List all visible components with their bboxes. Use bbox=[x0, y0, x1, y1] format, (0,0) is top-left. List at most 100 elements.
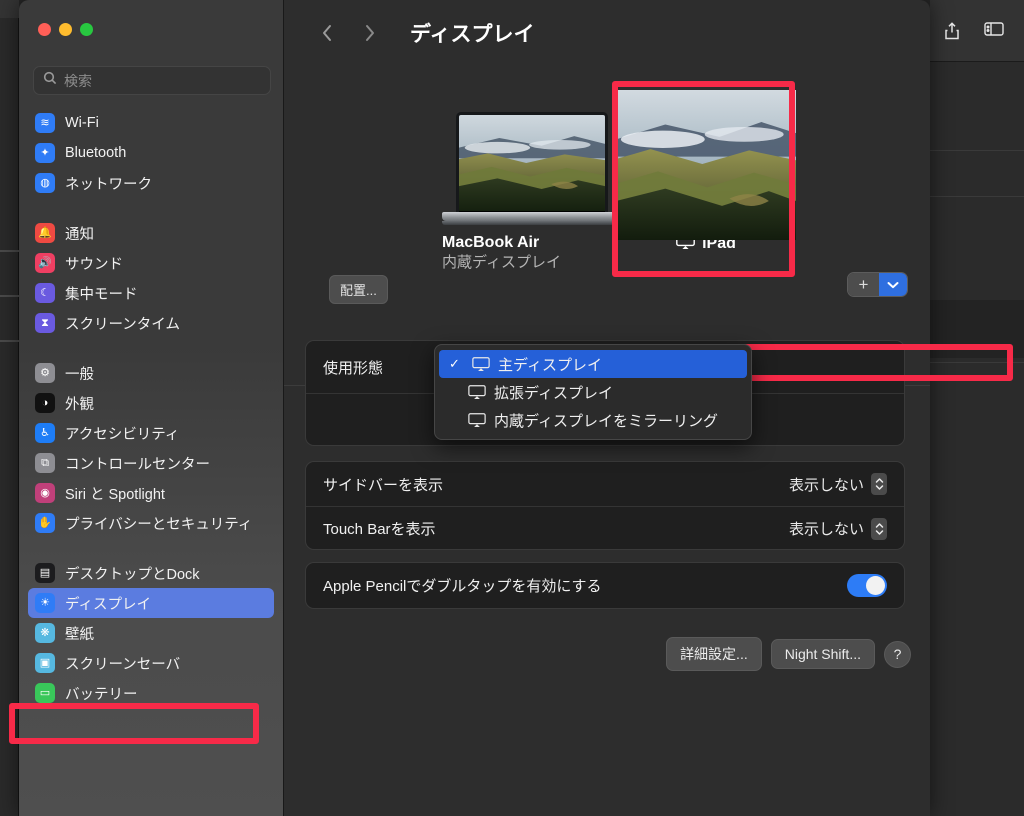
search-placeholder: 検索 bbox=[64, 72, 92, 89]
macbook-base bbox=[442, 212, 622, 221]
apple-pencil-row[interactable]: Apple Pencilでダブルタップを有効にする bbox=[306, 563, 904, 608]
sidebar-separator bbox=[19, 538, 283, 558]
sidebar-item-label: 壁紙 bbox=[65, 626, 94, 643]
share-icon[interactable] bbox=[942, 21, 962, 41]
close-button[interactable] bbox=[38, 23, 51, 36]
back-button[interactable] bbox=[310, 18, 344, 48]
traffic-lights bbox=[38, 23, 93, 36]
sidebar-item-notifications[interactable]: 🔔 通知 bbox=[28, 218, 274, 248]
arrange-button[interactable]: 配置... bbox=[329, 275, 388, 304]
apple-pencil-toggle[interactable] bbox=[847, 574, 887, 597]
sidebar-item-screen-time[interactable]: ⧗ スクリーンタイム bbox=[28, 308, 274, 338]
sidebar-item-appearance[interactable]: ◑ 外観 bbox=[28, 388, 274, 418]
sidebar-visibility-row[interactable]: サイドバーを表示 表示しない bbox=[306, 462, 904, 506]
background-window-left-edge bbox=[0, 0, 19, 816]
sidebar-separator bbox=[19, 198, 283, 218]
sidebar-item-siri[interactable]: ◉ Siri と Spotlight bbox=[28, 478, 274, 508]
sidebar-visibility-label: サイドバーを表示 bbox=[323, 476, 444, 494]
navigation-controls: ディスプレイ bbox=[310, 18, 535, 48]
touchbar-visibility-value-group[interactable]: 表示しない bbox=[788, 517, 887, 540]
wallpaper-thumbnail bbox=[459, 115, 605, 212]
display-icon: ☀ bbox=[35, 593, 55, 613]
sidebar-item-label: スクリーンタイム bbox=[65, 316, 180, 333]
usage-menu-item-label: 主ディスプレイ bbox=[498, 356, 602, 374]
screensaver-icon: ▣ bbox=[35, 653, 55, 673]
sidebar-item-label: スクリーンセーバ bbox=[65, 656, 181, 673]
screen-time-icon: ⧗ bbox=[35, 313, 55, 333]
touchbar-visibility-value: 表示しない bbox=[788, 521, 864, 538]
night-shift-button[interactable]: Night Shift... bbox=[770, 639, 875, 669]
sidebar-item-privacy[interactable]: ✋ プライバシーとセキュリティ bbox=[28, 508, 274, 538]
sidebar-toggle-icon[interactable] bbox=[984, 21, 1004, 41]
sidebar-item-wallpaper[interactable]: ❋ 壁紙 bbox=[28, 618, 274, 648]
sidebar-item-general[interactable]: ⚙ 一般 bbox=[28, 358, 274, 388]
airplay-display-icon bbox=[468, 413, 486, 427]
sidebar-item-label: ネットワーク bbox=[65, 176, 152, 193]
search-icon bbox=[43, 71, 57, 90]
sidebar-item-battery[interactable]: ▭ バッテリー bbox=[28, 678, 274, 708]
usage-menu-item-2[interactable]: 内蔵ディスプレイをミラーリング bbox=[435, 406, 751, 434]
sidebar-visibility-value: 表示しない bbox=[788, 476, 864, 494]
sidebar-item-label: バッテリー bbox=[65, 686, 138, 703]
display-options-card: サイドバーを表示 表示しない Touch Barを表示 表示しない bbox=[305, 461, 905, 550]
help-button[interactable]: ? bbox=[884, 640, 911, 668]
sidebar-separator bbox=[19, 338, 283, 358]
desktop-dock-icon: ▤ bbox=[35, 563, 55, 583]
sidebar-item-wifi[interactable]: ≋ Wi-Fi bbox=[28, 108, 274, 138]
sidebar-item-label: ディスプレイ bbox=[65, 596, 151, 613]
sidebar-item-label: デスクトップとDock bbox=[65, 566, 200, 583]
touchbar-visibility-row[interactable]: Touch Barを表示 表示しない bbox=[306, 506, 904, 550]
sidebar-group-0: ≋ Wi-Fi ✦ Bluetooth ◍ ネットワーク bbox=[19, 108, 283, 198]
macbook-screen-preview bbox=[456, 112, 608, 212]
forward-button[interactable] bbox=[352, 18, 386, 48]
sidebar-item-sound[interactable]: 🔊 サウンド bbox=[28, 248, 274, 278]
search-input[interactable]: 検索 bbox=[33, 66, 271, 95]
bluetooth-icon: ✦ bbox=[35, 143, 55, 163]
display-option-macbook[interactable]: MacBook Air 内蔵ディスプレイ bbox=[442, 112, 632, 273]
sidebar-visibility-value-group[interactable]: 表示しない bbox=[789, 473, 887, 495]
background-window-toolbar bbox=[930, 0, 1024, 62]
usage-menu-item-label: 内蔵ディスプレイをミラーリング bbox=[494, 412, 718, 430]
macbook-foot bbox=[442, 221, 632, 225]
screen: 検索 ≋ Wi-Fi ✦ Bluetooth ◍ ネットワーク 🔔 通知 🔊 サウンド ☾ 集中モード… bbox=[0, 0, 1024, 816]
sidebar-item-label: サウンド bbox=[65, 256, 123, 273]
sidebar-item-bluetooth[interactable]: ✦ Bluetooth bbox=[28, 138, 274, 168]
battery-icon: ▭ bbox=[35, 683, 55, 703]
sidebar-item-label: プライバシーとセキュリティ bbox=[65, 516, 253, 533]
check-icon: ✓ bbox=[449, 356, 460, 371]
sidebar: 検索 ≋ Wi-Fi ✦ Bluetooth ◍ ネットワーク 🔔 通知 🔊 サウンド ☾ 集中モード… bbox=[19, 0, 295, 816]
touchbar-visibility-label: Touch Barを表示 bbox=[323, 521, 436, 538]
ipad-screen-preview bbox=[616, 90, 796, 241]
minimize-button[interactable] bbox=[59, 23, 72, 36]
stepper-icon[interactable] bbox=[871, 517, 887, 540]
advanced-settings-button[interactable]: 詳細設定... bbox=[666, 637, 762, 671]
usage-menu-item-1[interactable]: 拡張ディスプレイ bbox=[435, 378, 751, 406]
sidebar-item-label: Wi-Fi bbox=[65, 115, 99, 131]
zoom-button[interactable] bbox=[80, 23, 93, 36]
chevron-down-icon[interactable] bbox=[879, 273, 907, 296]
usage-popup-menu: ✓ 主ディスプレイ拡張ディスプレイ内蔵ディスプレイをミラーリング bbox=[434, 344, 752, 440]
stepper-icon[interactable] bbox=[871, 473, 887, 495]
sidebar-item-accessibility[interactable]: ♿ アクセシビリティ bbox=[28, 418, 274, 448]
usage-menu-item-label: 拡張ディスプレイ bbox=[494, 384, 613, 402]
sidebar-item-label: アクセシビリティ bbox=[65, 426, 180, 443]
sidebar-item-display[interactable]: ☀ ディスプレイ bbox=[28, 588, 274, 618]
usage-label: 使用形態 bbox=[323, 359, 384, 377]
usage-menu-item-0[interactable]: ✓ 主ディスプレイ bbox=[439, 350, 747, 378]
apple-pencil-card: Apple Pencilでダブルタップを有効にする bbox=[305, 562, 905, 609]
sidebar-item-network[interactable]: ◍ ネットワーク bbox=[28, 168, 274, 198]
plus-icon[interactable]: + bbox=[848, 273, 879, 296]
footer-buttons: 詳細設定... Night Shift... ? bbox=[666, 637, 911, 671]
siri-icon: ◉ bbox=[35, 483, 55, 503]
sidebar-item-desktop-dock[interactable]: ▤ デスクトップとDock bbox=[28, 558, 274, 588]
sidebar-item-screensaver[interactable]: ▣ スクリーンセーバ bbox=[28, 648, 274, 678]
sidebar-item-label: 一般 bbox=[65, 366, 94, 383]
display-option-ipad[interactable]: iPad bbox=[616, 90, 796, 254]
control-center-icon: ⧉ bbox=[35, 453, 55, 473]
sidebar-item-control-center[interactable]: ⧉ コントロールセンター bbox=[28, 448, 274, 478]
sidebar-item-focus[interactable]: ☾ 集中モード bbox=[28, 278, 274, 308]
sidebar-item-label: 通知 bbox=[65, 226, 94, 243]
accessibility-icon: ♿ bbox=[35, 423, 55, 443]
page-title: ディスプレイ bbox=[410, 23, 535, 46]
focus-icon: ☾ bbox=[35, 283, 55, 303]
